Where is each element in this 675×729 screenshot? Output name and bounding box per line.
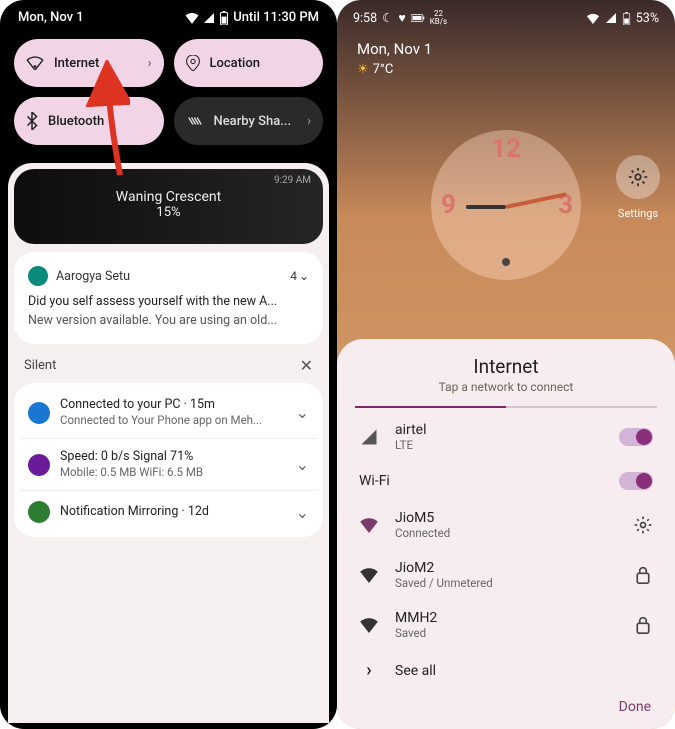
chevron-down-icon[interactable]: ⌄	[296, 503, 309, 522]
tab-indicator	[355, 406, 657, 408]
tile-label: Internet	[54, 56, 99, 71]
notif-connected-pc[interactable]: Connected to your PC · 15m Connected to …	[20, 387, 317, 439]
status-time: 9:58	[353, 11, 377, 26]
chevron-right-icon: ›	[359, 660, 379, 681]
bluetooth-icon	[26, 112, 38, 130]
tile-nearby-share[interactable]: Nearby Sha... ›	[174, 97, 324, 145]
lock-icon	[633, 616, 653, 634]
wifi-icon	[185, 12, 199, 24]
battery-icon	[219, 11, 229, 25]
notif-speed[interactable]: Speed: 0 b/s Signal 71% Mobile: 0.5 MB W…	[20, 439, 317, 491]
heart-icon: ♥	[398, 11, 405, 26]
notif-count[interactable]: 4⌄	[290, 269, 309, 283]
phone-right: 9:58 ☾ ♥ 22KB/s 53% Mon, Nov 1 ☀ 7°C 123…	[337, 0, 675, 729]
settings-label: Settings	[618, 207, 658, 220]
tile-location[interactable]: Location	[174, 39, 324, 87]
home-date: Mon, Nov 1	[337, 30, 675, 60]
app-icon	[28, 402, 50, 424]
moon-widget[interactable]: 9:29 AM Waning Crescent 15%	[14, 169, 323, 244]
sun-icon: ☀	[357, 62, 369, 77]
close-icon[interactable]: ✕	[300, 356, 313, 375]
wifi-network-row[interactable]: MMH2Saved	[337, 600, 675, 650]
app-name: Aarogya Setu	[56, 269, 130, 284]
signal-icon	[605, 12, 617, 24]
mobile-data-toggle[interactable]	[619, 428, 653, 446]
gear-icon[interactable]	[633, 515, 653, 535]
dnd-label: Until 11:30 PM	[233, 10, 319, 25]
location-icon	[186, 55, 200, 71]
wifi-icon	[359, 617, 379, 633]
sheet-title: Internet	[337, 355, 675, 378]
internet-sheet: Internet Tap a network to connect airtel…	[337, 339, 675, 729]
notif-line: Did you self assess yourself with the ne…	[28, 294, 309, 309]
mobile-data-row[interactable]: airtelLTE	[337, 412, 675, 462]
status-bar-right: 9:58 ☾ ♥ 22KB/s 53%	[337, 0, 675, 30]
widget-title: Waning Crescent	[26, 189, 311, 205]
gear-icon	[627, 166, 649, 188]
silent-header: Silent ✕	[8, 352, 329, 377]
wifi-icon	[359, 517, 379, 533]
home-temp: ☀ 7°C	[337, 60, 675, 77]
chevron-right-icon: ›	[148, 56, 152, 71]
notif-mirroring[interactable]: Notification Mirroring · 12d ⌄	[20, 491, 317, 533]
moon-icon: ☾	[382, 10, 393, 26]
settings-shortcut[interactable]: Settings	[611, 155, 665, 221]
wifi-icon	[26, 56, 44, 70]
battery-pct: 53%	[636, 11, 659, 26]
notification-aarogya[interactable]: Aarogya Setu 4⌄ Did you self assess your…	[14, 252, 323, 344]
wifi-network-row[interactable]: JioM2Saved / Unmetered	[337, 550, 675, 600]
chevron-down-icon[interactable]: ⌄	[296, 403, 309, 422]
signal-icon	[203, 12, 215, 24]
notif-line: New version available. You are using an …	[28, 313, 309, 328]
chevron-down-icon[interactable]: ⌄	[296, 455, 309, 474]
app-icon	[28, 501, 50, 523]
notification-panel: 9:29 AM Waning Crescent 15% Aarogya Setu…	[8, 163, 329, 723]
tile-label: Nearby Sha...	[214, 114, 292, 129]
lock-icon	[633, 566, 653, 584]
nearby-share-icon	[186, 114, 204, 128]
sheet-subtitle: Tap a network to connect	[337, 380, 675, 394]
signal-icon	[359, 428, 379, 446]
tile-bluetooth[interactable]: Bluetooth	[14, 97, 164, 145]
status-date: Mon, Nov 1	[18, 10, 84, 25]
silent-label: Silent	[24, 358, 56, 373]
tile-label: Location	[210, 56, 260, 71]
widget-pct: 15%	[26, 205, 311, 220]
wifi-icon	[586, 13, 600, 24]
wifi-icon	[359, 567, 379, 583]
wifi-network-row[interactable]: JioM5Connected	[337, 500, 675, 550]
app-icon	[28, 454, 50, 476]
status-bar-left: Mon, Nov 1 Until 11:30 PM	[0, 0, 337, 29]
battery-icon	[411, 13, 425, 23]
battery-icon	[622, 12, 631, 25]
done-button[interactable]: Done	[337, 691, 675, 719]
wifi-toggle-row[interactable]: Wi-Fi	[337, 462, 675, 500]
qs-tiles: Internet › Location Bluetooth Nearby Sha…	[0, 29, 337, 163]
app-icon	[28, 266, 48, 286]
phone-left: Mon, Nov 1 Until 11:30 PM Internet › Loc…	[0, 0, 337, 729]
see-all-row[interactable]: › See all	[337, 650, 675, 691]
tile-label: Bluetooth	[48, 114, 104, 129]
chevron-down-icon: ⌄	[299, 269, 309, 283]
tile-internet[interactable]: Internet ›	[14, 39, 164, 87]
wifi-toggle[interactable]	[619, 472, 653, 490]
chevron-right-icon: ›	[307, 114, 311, 129]
widget-time: 9:29 AM	[274, 175, 311, 186]
